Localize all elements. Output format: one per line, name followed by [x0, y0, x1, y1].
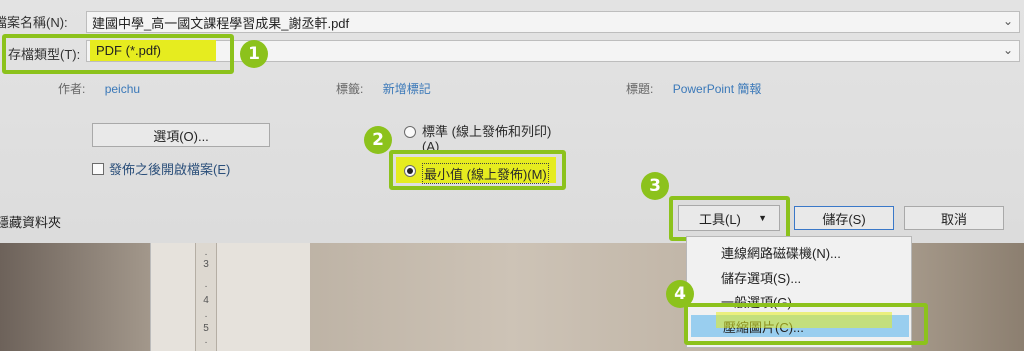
author-meta: 作者: peichu — [58, 80, 140, 97]
file-name-value: 建國中學_高一國文課程學習成果_謝丞軒.pdf — [92, 15, 350, 31]
title-key: 標題: — [626, 82, 654, 96]
tags-meta: 標籤: 新增標記 — [336, 80, 431, 97]
radio-icon[interactable] — [404, 126, 416, 138]
ruler-tick: · — [204, 281, 208, 292]
open-after-publish-checkbox[interactable]: 發佈之後開啟檔案(E) — [92, 159, 230, 178]
author-key: 作者: — [58, 82, 86, 96]
vertical-ruler: · 3 · 4 · 5 · — [195, 243, 217, 351]
cancel-button[interactable]: 取消 — [904, 206, 1004, 230]
save-button[interactable]: 儲存(S) — [794, 206, 894, 230]
chevron-down-icon[interactable]: ⌄ — [1003, 14, 1013, 28]
step-badge-3: 3 — [641, 172, 669, 200]
menu-item-save-options[interactable]: 儲存選項(S)... — [721, 268, 801, 287]
tags-key: 標籤: — [336, 82, 364, 96]
options-button[interactable]: 選項(O)... — [92, 123, 270, 147]
highlight-box-3 — [669, 196, 790, 241]
ruler-tick: · — [204, 337, 208, 348]
open-after-publish-label: 發佈之後開啟檔案(E) — [109, 162, 231, 177]
highlight-box-1 — [2, 34, 234, 74]
ruler-tick-3: 3 — [203, 259, 209, 270]
title-meta: 標題: PowerPoint 簡報 — [626, 80, 761, 97]
step-badge-1: 1 — [240, 40, 268, 68]
author-value[interactable]: peichu — [105, 82, 140, 96]
step-badge-4: 4 — [666, 280, 694, 308]
ruler-tick: · — [204, 311, 208, 322]
radio-standard-label: 標準 (線上發佈和列印) — [422, 124, 552, 139]
file-name-input[interactable]: 建國中學_高一國文課程學習成果_謝丞軒.pdf ⌄ — [86, 11, 1020, 33]
tags-value[interactable]: 新增標記 — [383, 82, 431, 96]
hide-folders-label[interactable]: 隱藏資料夾 — [0, 212, 61, 231]
ruler-tick-5: 5 — [203, 323, 209, 334]
ruler-tick-4: 4 — [203, 295, 209, 306]
file-name-label: 檔案名稱(N): — [0, 15, 68, 30]
menu-item-map-network-drive[interactable]: 連線網路磁碟機(N)... — [721, 243, 841, 262]
title-value[interactable]: PowerPoint 簡報 — [673, 82, 762, 96]
highlight-box-4 — [684, 303, 928, 345]
step-badge-2: 2 — [364, 126, 392, 154]
save-as-dialog: 檔案名稱(N): 建國中學_高一國文課程學習成果_謝丞軒.pdf ⌄ 存檔類型(… — [0, 0, 1024, 243]
highlight-box-2 — [389, 150, 566, 190]
chevron-down-icon[interactable]: ⌄ — [1003, 43, 1013, 57]
checkbox-icon[interactable] — [92, 162, 104, 175]
document-page — [150, 243, 310, 351]
